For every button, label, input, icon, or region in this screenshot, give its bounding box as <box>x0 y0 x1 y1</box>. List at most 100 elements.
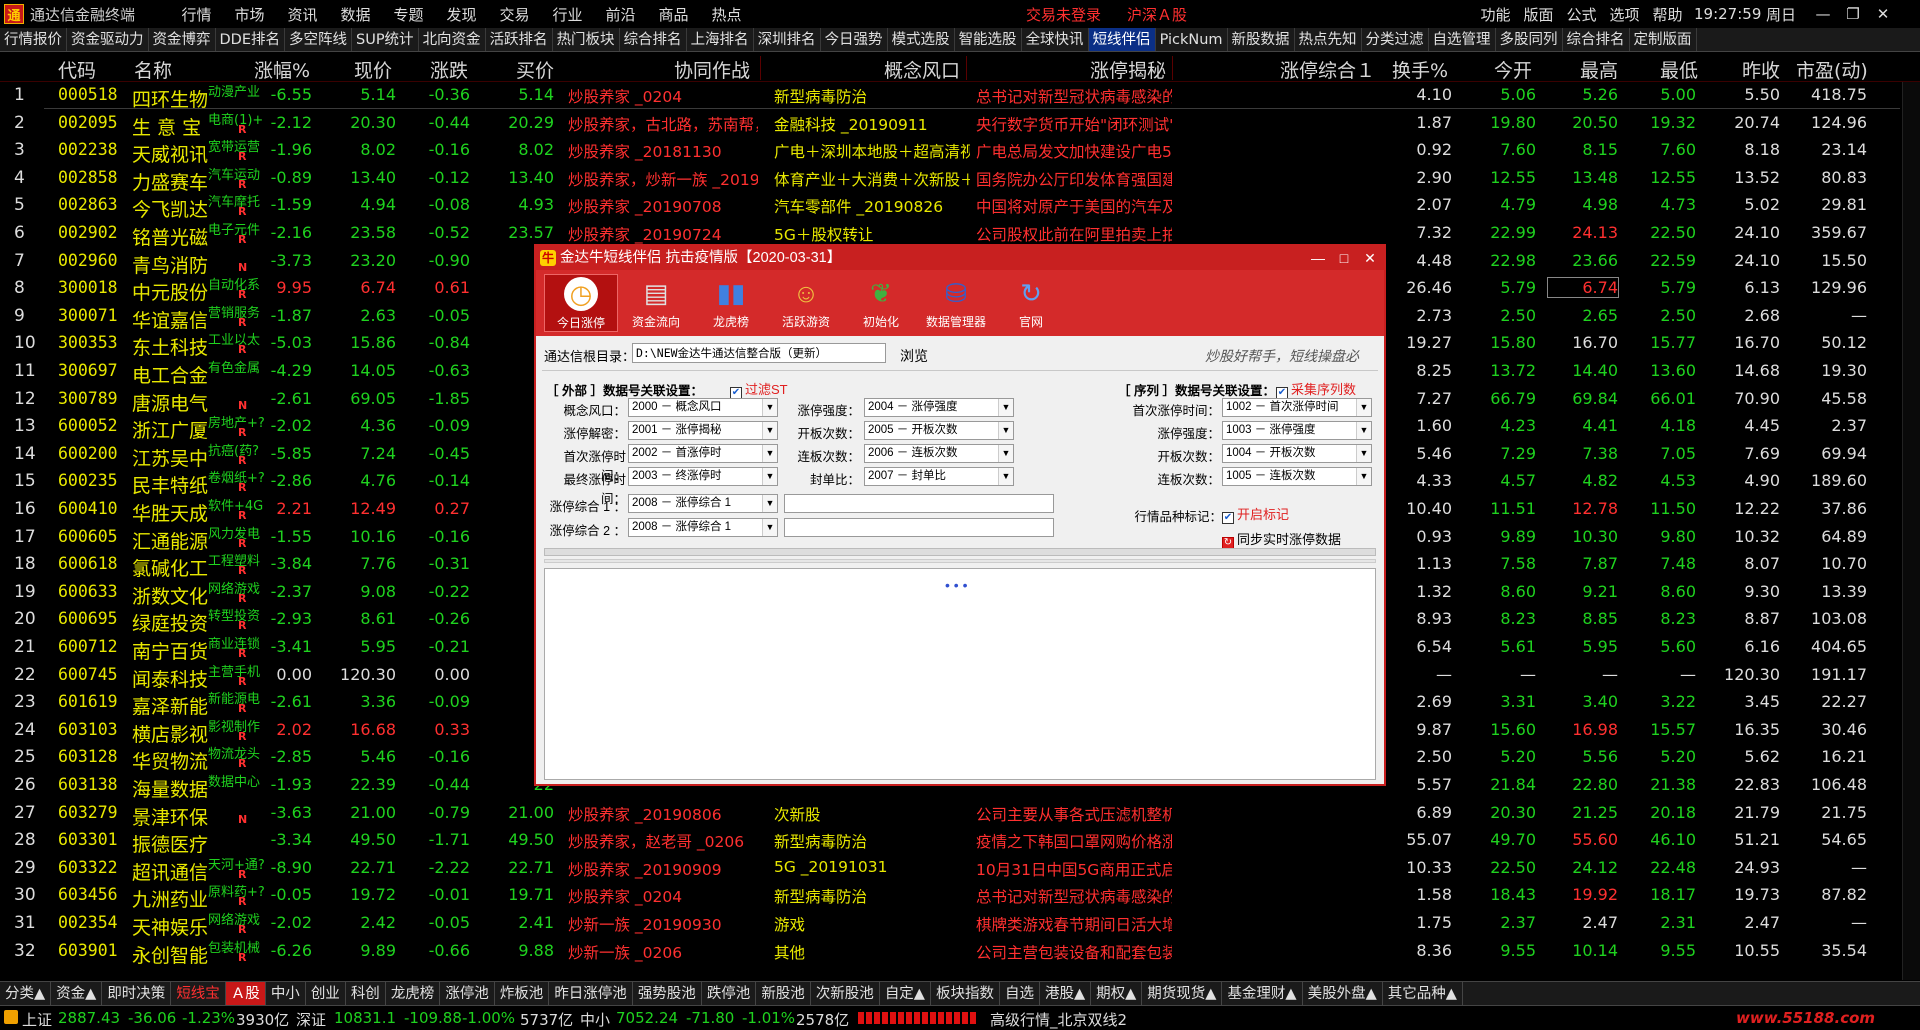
login-status[interactable]: 交易未登录 <box>1026 4 1101 25</box>
toolbar-item[interactable]: 行情报价 <box>0 28 67 51</box>
table-row[interactable]: 31 002354 天神娱乐 网络游戏 R -2.02 2.42 -0.05 2.41 炒新一族 … <box>0 910 1920 939</box>
ext-mid-select[interactable]: 2006 － 连板次数 ▼ <box>864 444 1014 463</box>
dir-input[interactable]: D:\NEW金达牛通达信整合版（更新） <box>632 343 886 363</box>
toolbar-item[interactable]: 活跃排名 <box>486 28 553 51</box>
ribbon-button-5[interactable]: ⛁ 数据管理器 <box>919 274 993 332</box>
ext-combo-text[interactable] <box>784 518 1054 537</box>
col-open[interactable]: 今开 <box>1494 56 1532 83</box>
toolbar-item[interactable]: 新股数据 <box>1228 28 1295 51</box>
bottom-tab[interactable]: 中小 <box>266 982 306 1005</box>
log-output[interactable]: • • • <box>544 568 1376 780</box>
col-limit-secret[interactable]: 涨停揭秘 <box>1090 56 1166 83</box>
market-selector[interactable]: 沪深Ａ股 <box>1127 4 1187 25</box>
bottom-tab[interactable]: 科创 <box>346 982 386 1005</box>
toolbar-item[interactable]: 热点先知 <box>1295 28 1362 51</box>
ext-mid-select[interactable]: 2004 － 涨停强度 ▼ <box>864 398 1014 417</box>
table-row[interactable]: 28 603301 振德医疗 -3.34 49.50 -1.71 49.50 炒股养家，赵老哥… <box>0 827 1920 856</box>
bottom-tab[interactable]: 强势股池 <box>633 982 702 1005</box>
menu-0[interactable]: 行情 <box>170 4 223 25</box>
sync-limit-data-button[interactable]: ↻ 同步实时涨停数据 <box>1222 529 1341 549</box>
col-buy[interactable]: 买价 <box>516 56 554 83</box>
table-row[interactable]: 1 000518 四环生物 动漫产业 -6.55 5.14 -0.36 5.14 炒股养家 _0… <box>0 82 1920 111</box>
col-high[interactable]: 最高 <box>1580 56 1618 83</box>
ribbon-button-6[interactable]: ↻ 官网 <box>994 274 1068 332</box>
ext-left-select[interactable]: 2003 － 终涨停时 ▼ <box>628 467 778 486</box>
toolbar-item[interactable]: 短线伴侣 <box>1088 28 1156 51</box>
menu-10[interactable]: 热点 <box>700 4 753 25</box>
menu-8[interactable]: 前沿 <box>594 4 647 25</box>
table-row[interactable]: 5 002863 今飞凯达 汽车摩托 R -1.59 4.94 -0.08 4.93 炒股养家 _… <box>0 192 1920 221</box>
toolbar-item[interactable]: 深圳排名 <box>754 28 821 51</box>
bottom-tab[interactable]: 龙虎榜 <box>386 982 441 1005</box>
toolbar-item[interactable]: 资金博弈 <box>149 28 216 51</box>
table-row[interactable]: 4 002858 力盛赛车 汽车运动 R -0.89 13.40 -0.12 13.40 炒股养家… <box>0 165 1920 194</box>
ribbon-button-4[interactable]: ❦ 初始化 <box>844 274 918 332</box>
bottom-tab[interactable]: 次新股池 <box>811 982 880 1005</box>
ext-combo-select[interactable]: 2008 － 涨停综合 1 ▼ <box>628 494 778 513</box>
toolbar-item[interactable]: 多空阵线 <box>285 28 352 51</box>
ext-combo-text[interactable] <box>784 494 1054 513</box>
ribbon-button-3[interactable]: ☺ 活跃游资 <box>769 274 843 332</box>
col-limit-combo[interactable]: 涨停综合１ <box>1280 56 1375 83</box>
table-row[interactable]: 27 603279 景津环保 N -3.63 21.00 -0.79 21.00 炒股养家 _2… <box>0 800 1920 829</box>
table-row[interactable]: 30 603456 九洲药业 原料药+? R -0.05 19.72 -0.01 19.71 炒股… <box>0 882 1920 911</box>
col-price[interactable]: 现价 <box>354 56 392 83</box>
ribbon-button-1[interactable]: ▤ 资金流向 <box>619 274 693 332</box>
enable-mark-checkbox[interactable]: ✔ 开启标记 <box>1222 504 1289 524</box>
bottom-tab[interactable]: 港股▲ <box>1040 982 1092 1005</box>
bottom-tab[interactable]: 创业 <box>306 982 346 1005</box>
bottom-tab[interactable]: 分类▲ <box>0 982 52 1005</box>
minimize-icon[interactable]: — <box>1812 4 1834 24</box>
toolbar-item[interactable]: 多股同列 <box>1496 28 1563 51</box>
col-prev-close[interactable]: 昨收 <box>1742 56 1780 83</box>
seq-select[interactable]: 1003 － 涨停强度 ▼ <box>1222 421 1372 440</box>
bottom-tab[interactable]: 美股外盘▲ <box>1303 982 1383 1005</box>
grid-scrollbar[interactable] <box>1902 82 1920 980</box>
menu-5[interactable]: 发现 <box>435 4 488 25</box>
ext-left-select[interactable]: 2000 － 概念风口 ▼ <box>628 398 778 417</box>
menu-1[interactable]: 市场 <box>223 4 276 25</box>
dialog-maximize-icon[interactable]: □ <box>1334 248 1354 268</box>
ext-left-select[interactable]: 2001 － 涨停揭秘 ▼ <box>628 421 778 440</box>
status-menu-icon[interactable] <box>4 1010 18 1024</box>
bottom-tab[interactable]: 自定▲ <box>880 982 931 1005</box>
ext-left-select[interactable]: 2002 － 首涨停时 ▼ <box>628 444 778 463</box>
col-concept[interactable]: 概念风口 <box>884 56 960 83</box>
menu-3[interactable]: 数据 <box>329 4 382 25</box>
bottom-tab[interactable]: 昨日涨停池 <box>549 982 633 1005</box>
bottom-tab[interactable]: 板块指数 <box>931 982 1000 1005</box>
col-pe[interactable]: 市盈(动) <box>1796 56 1868 83</box>
bottom-tab[interactable]: 跌停池 <box>702 982 757 1005</box>
col-name[interactable]: 名称 <box>134 56 172 83</box>
right-menu-2[interactable]: 公式 <box>1560 4 1603 25</box>
table-row[interactable]: 2 002095 生 意 宝电商(1)+ R -2.12 20.30 -0.44 20.29 炒… <box>0 110 1920 139</box>
toolbar-item[interactable]: 综合排名 <box>620 28 687 51</box>
right-menu-3[interactable]: 选项 <box>1603 4 1646 25</box>
toolbar-item[interactable]: 热门板块 <box>553 28 620 51</box>
bottom-tab[interactable]: 期权▲ <box>1091 982 1143 1005</box>
ext-mid-select[interactable]: 2005 － 开板次数 ▼ <box>864 421 1014 440</box>
toolbar-item[interactable]: 综合排名 <box>1563 28 1630 51</box>
toolbar-item[interactable]: SUP统计 <box>352 28 419 51</box>
col-low[interactable]: 最低 <box>1660 56 1698 83</box>
menu-9[interactable]: 商品 <box>647 4 700 25</box>
dialog-close-icon[interactable]: ✕ <box>1360 248 1380 268</box>
col-turnover[interactable]: 换手% <box>1392 56 1448 83</box>
col-pct[interactable]: 涨幅% <box>254 56 310 83</box>
bottom-tab[interactable]: 其它品种▲ <box>1383 982 1463 1005</box>
menu-2[interactable]: 资讯 <box>276 4 329 25</box>
table-row[interactable]: 32 603901 永创智能 包装机械 R -6.26 9.89 -0.66 9.88 炒新一族 … <box>0 938 1920 967</box>
dialog-minimize-icon[interactable]: — <box>1308 248 1328 268</box>
bottom-tab[interactable]: 自选 <box>1000 982 1040 1005</box>
restore-icon[interactable]: ❐ <box>1842 4 1864 24</box>
toolbar-item[interactable]: 全球快讯 <box>1022 28 1089 51</box>
col-chg[interactable]: 涨跌 <box>430 56 468 83</box>
menu-7[interactable]: 行业 <box>541 4 594 25</box>
bottom-tab[interactable]: 即时决策 <box>102 982 172 1005</box>
toolbar-item[interactable]: 今日强势 <box>821 28 888 51</box>
toolbar-item[interactable]: PickNum <box>1156 28 1228 51</box>
bottom-tab[interactable]: 资金▲ <box>51 982 103 1005</box>
bottom-tab[interactable]: 炸板池 <box>495 982 550 1005</box>
toolbar-item[interactable]: 模式选股 <box>888 28 955 51</box>
ribbon-button-0[interactable]: ◷ 今日涨停 <box>544 274 618 332</box>
